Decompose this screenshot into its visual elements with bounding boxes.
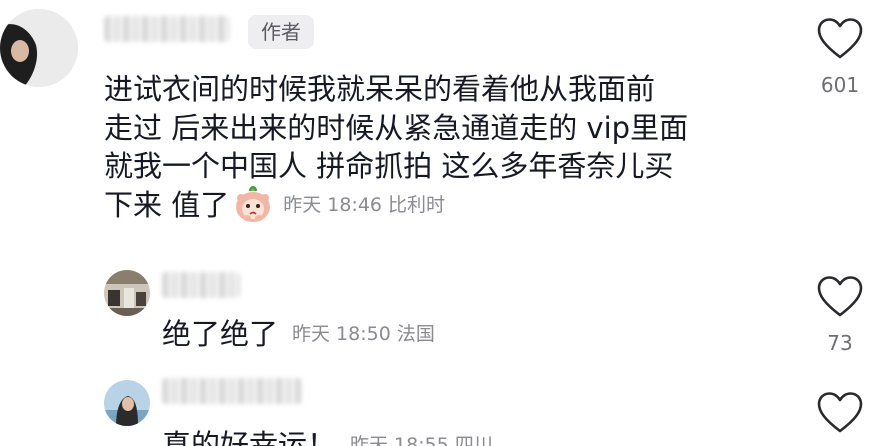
comment-time: 昨天 18:46 [283, 193, 383, 216]
avatar-photo [104, 380, 150, 426]
comment-text[interactable]: 真的好幸运！ 昨天 18:55 四川 [162, 426, 499, 446]
comment-text-line: 进试衣间的时候我就呆呆的看着他从我面前 [104, 72, 656, 106]
comment-item: 真的好幸运！ 昨天 18:55 四川 [0, 370, 892, 446]
comment-meta: 昨天 18:55 四川 [350, 426, 499, 446]
avatar[interactable] [0, 9, 78, 87]
heart-outline-icon[interactable] [816, 390, 864, 436]
comment-location: 比利时 [388, 193, 446, 216]
author-badge-label: 作者 [261, 20, 301, 44]
avatar-photo [0, 9, 78, 87]
avatar-photo [104, 270, 150, 316]
comment-time: 昨天 18:50 [292, 323, 391, 345]
monkey-pleading-emoji [236, 185, 271, 222]
comment-time: 昨天 18:55 [350, 434, 449, 446]
username-blurred[interactable] [104, 16, 230, 42]
username-blurred[interactable] [162, 272, 240, 298]
comment-text-line: 走过 后来出来的时候从紧急通道走的 vip里面 [104, 110, 689, 145]
comment-text[interactable]: 绝了绝了 昨天 18:50 法国 [162, 315, 441, 354]
comment-text-line: 真的好幸运！ [162, 428, 337, 446]
comment-text-line: 下来 值了 [104, 187, 230, 222]
comment-text-line: 就我一个中国人 拼命抓拍 这么多年香奈儿买 [104, 149, 674, 183]
comment-item: 绝了绝了 昨天 18:50 法国 73 [0, 262, 892, 370]
comment-location: 法国 [396, 323, 435, 345]
author-badge: 作者 [248, 15, 314, 49]
comment-meta: 昨天 18:50 法国 [292, 315, 441, 354]
avatar[interactable] [104, 270, 150, 316]
avatar[interactable] [104, 380, 150, 426]
comment-text-line: 绝了绝了 [162, 317, 279, 351]
like-count: 73 [827, 331, 853, 355]
comment-text[interactable]: 进试衣间的时候我就呆呆的看着他从我面前 走过 后来出来的时候从紧急通道走的 vi… [104, 70, 688, 224]
like-count: 601 [820, 73, 860, 97]
username-blurred[interactable] [162, 378, 302, 404]
heart-outline-icon[interactable] [816, 16, 864, 62]
comment-item: 作者 进试衣间的时候我就呆呆的看着他从我面前 走过 后来出来的时候从紧急通道走的… [0, 0, 892, 262]
heart-outline-icon[interactable] [816, 274, 864, 320]
comment-meta: 昨天 18:46 比利时 [283, 186, 451, 225]
comment-location: 四川 [454, 434, 493, 446]
